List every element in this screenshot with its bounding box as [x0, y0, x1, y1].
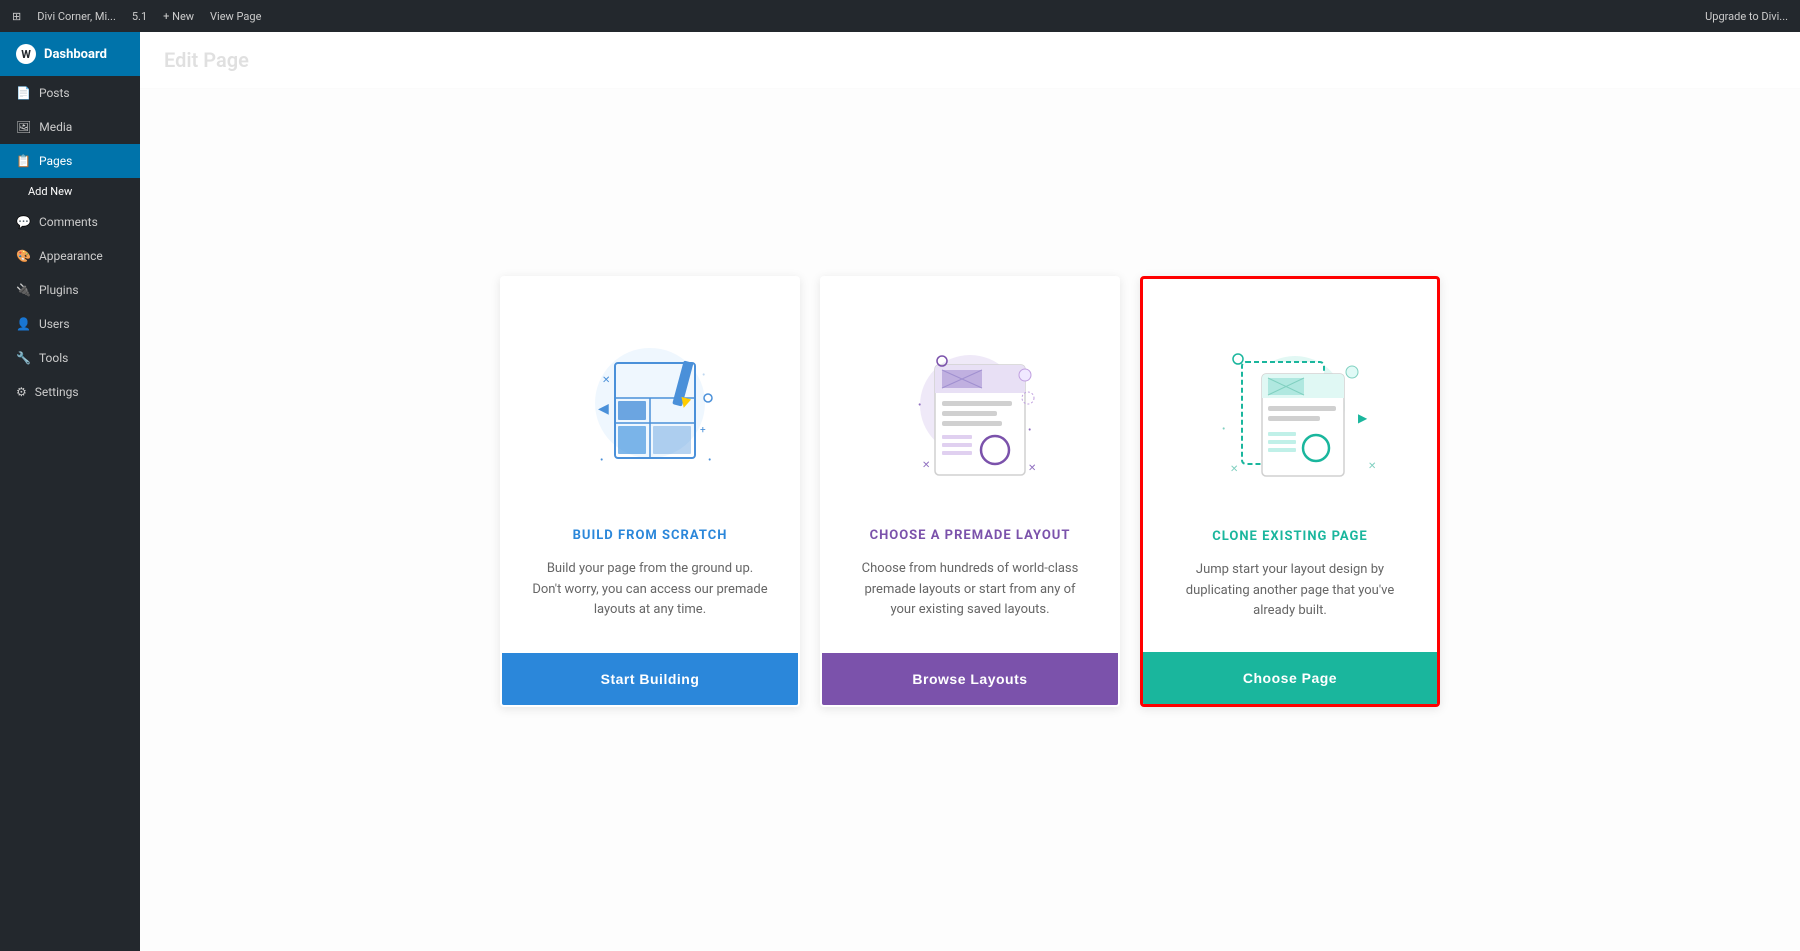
- sidebar-sub-add-new[interactable]: Add New: [0, 178, 140, 205]
- svg-text:✕: ✕: [1028, 463, 1036, 474]
- content-area: Edit Page: [140, 32, 1800, 951]
- sidebar-item-users[interactable]: 👤 Users: [0, 307, 140, 341]
- sidebar-sub-add-new-label: Add New: [28, 185, 72, 198]
- plugins-icon: 🔌: [16, 283, 31, 297]
- sidebar-item-pages-label: Pages: [39, 154, 72, 168]
- sidebar-item-media-label: Media: [39, 120, 72, 134]
- sidebar-item-posts-label: Posts: [39, 86, 70, 100]
- svg-text:•: •: [702, 370, 705, 381]
- admin-bar-new[interactable]: + New: [163, 10, 194, 23]
- sidebar-item-plugins-label: Plugins: [39, 283, 79, 297]
- svg-text:✕: ✕: [1230, 464, 1238, 475]
- svg-text:•: •: [1028, 425, 1031, 436]
- admin-bar-site[interactable]: Divi Corner, Mi...: [37, 10, 116, 23]
- admin-bar: ⊞ Divi Corner, Mi... 5.1 + New View Page…: [0, 0, 1800, 32]
- premade-illustration: • • ✕ ✕: [870, 318, 1070, 498]
- posts-icon: 📄: [16, 86, 31, 100]
- sidebar-item-users-label: Users: [39, 317, 70, 331]
- svg-text:+: +: [700, 425, 706, 436]
- sidebar-item-appearance[interactable]: 🎨 Appearance: [0, 239, 140, 273]
- sidebar: W Dashboard 📄 Posts 🖼 Media 📋 Pages Add …: [0, 32, 140, 951]
- scratch-illustration: ◀ + ✕ • • •: [550, 318, 750, 498]
- svg-text:▶: ▶: [1358, 411, 1368, 425]
- media-icon: 🖼: [16, 120, 31, 134]
- pages-icon: 📋: [16, 154, 31, 168]
- card-clone-title: CLONE EXISTING PAGE: [1212, 529, 1367, 544]
- sidebar-item-appearance-label: Appearance: [39, 249, 103, 263]
- card-premade-desc: Choose from hundreds of world-class prem…: [852, 559, 1088, 621]
- sidebar-item-tools[interactable]: 🔧 Tools: [0, 341, 140, 375]
- sidebar-item-posts[interactable]: 📄 Posts: [0, 76, 140, 110]
- svg-text:•: •: [918, 400, 921, 411]
- clone-illustration: ▶ • ✕ ✕: [1190, 319, 1390, 499]
- users-icon: 👤: [16, 317, 31, 331]
- admin-bar-version: 5.1: [132, 10, 147, 23]
- admin-bar-wp-icon[interactable]: ⊞: [12, 10, 21, 23]
- svg-text:✕: ✕: [922, 460, 930, 471]
- sidebar-item-settings[interactable]: ⚙ Settings: [0, 375, 140, 409]
- wp-logo-icon: W: [16, 44, 36, 64]
- sidebar-item-settings-label: Settings: [35, 385, 79, 399]
- card-clone-desc: Jump start your layout design by duplica…: [1173, 560, 1407, 622]
- sidebar-logo-label: Dashboard: [44, 47, 107, 62]
- card-scratch-body: ◀ + ✕ • • • BUILD FROM SCRATCH Build you…: [502, 278, 798, 653]
- sidebar-item-pages[interactable]: 📋 Pages: [0, 144, 140, 178]
- appearance-icon: 🎨: [16, 249, 31, 263]
- modal-content: ◀ + ✕ • • • BUILD FROM SCRATCH Build you…: [480, 256, 1460, 727]
- svg-text:✕: ✕: [1368, 461, 1376, 472]
- card-clone-footer: Choose Page: [1143, 652, 1437, 704]
- main-layout: W Dashboard 📄 Posts 🖼 Media 📋 Pages Add …: [0, 32, 1800, 951]
- card-scratch-footer: Start Building: [502, 653, 798, 705]
- sidebar-item-tools-label: Tools: [39, 351, 68, 365]
- card-scratch: ◀ + ✕ • • • BUILD FROM SCRATCH Build you…: [500, 276, 800, 707]
- card-premade-body: • • ✕ ✕ CHOOSE A PREMADE LAYOUT Choose f…: [822, 278, 1118, 653]
- card-premade-title: CHOOSE A PREMADE LAYOUT: [870, 528, 1071, 543]
- start-building-button[interactable]: Start Building: [502, 653, 798, 705]
- svg-text:•: •: [1222, 424, 1225, 435]
- comments-icon: 💬: [16, 215, 31, 229]
- sidebar-item-media[interactable]: 🖼 Media: [0, 110, 140, 144]
- svg-text:•: •: [708, 455, 711, 466]
- tools-icon: 🔧: [16, 351, 31, 365]
- sidebar-item-plugins[interactable]: 🔌 Plugins: [0, 273, 140, 307]
- card-clone: ▶ • ✕ ✕ CLONE EXISTING PAGE Jump start y…: [1140, 276, 1440, 707]
- sidebar-logo[interactable]: W Dashboard: [0, 32, 140, 76]
- admin-bar-view[interactable]: View Page: [210, 10, 261, 23]
- card-clone-body: ▶ • ✕ ✕ CLONE EXISTING PAGE Jump start y…: [1143, 279, 1437, 652]
- svg-text:◀: ◀: [598, 401, 609, 417]
- sidebar-item-comments-label: Comments: [39, 215, 98, 229]
- card-premade: • • ✕ ✕ CHOOSE A PREMADE LAYOUT Choose f…: [820, 276, 1120, 707]
- settings-icon: ⚙: [16, 385, 27, 399]
- admin-bar-upgrade[interactable]: Upgrade to Divi...: [1705, 10, 1788, 23]
- browse-layouts-button[interactable]: Browse Layouts: [822, 653, 1118, 705]
- modal-overlay: ◀ + ✕ • • • BUILD FROM SCRATCH Build you…: [140, 32, 1800, 951]
- card-premade-footer: Browse Layouts: [822, 653, 1118, 705]
- choose-page-button[interactable]: Choose Page: [1143, 652, 1437, 704]
- svg-text:•: •: [600, 455, 603, 466]
- card-scratch-title: BUILD FROM SCRATCH: [573, 528, 728, 543]
- card-scratch-desc: Build your page from the ground up. Don'…: [532, 559, 768, 621]
- svg-text:✕: ✕: [602, 375, 610, 386]
- sidebar-item-comments[interactable]: 💬 Comments: [0, 205, 140, 239]
